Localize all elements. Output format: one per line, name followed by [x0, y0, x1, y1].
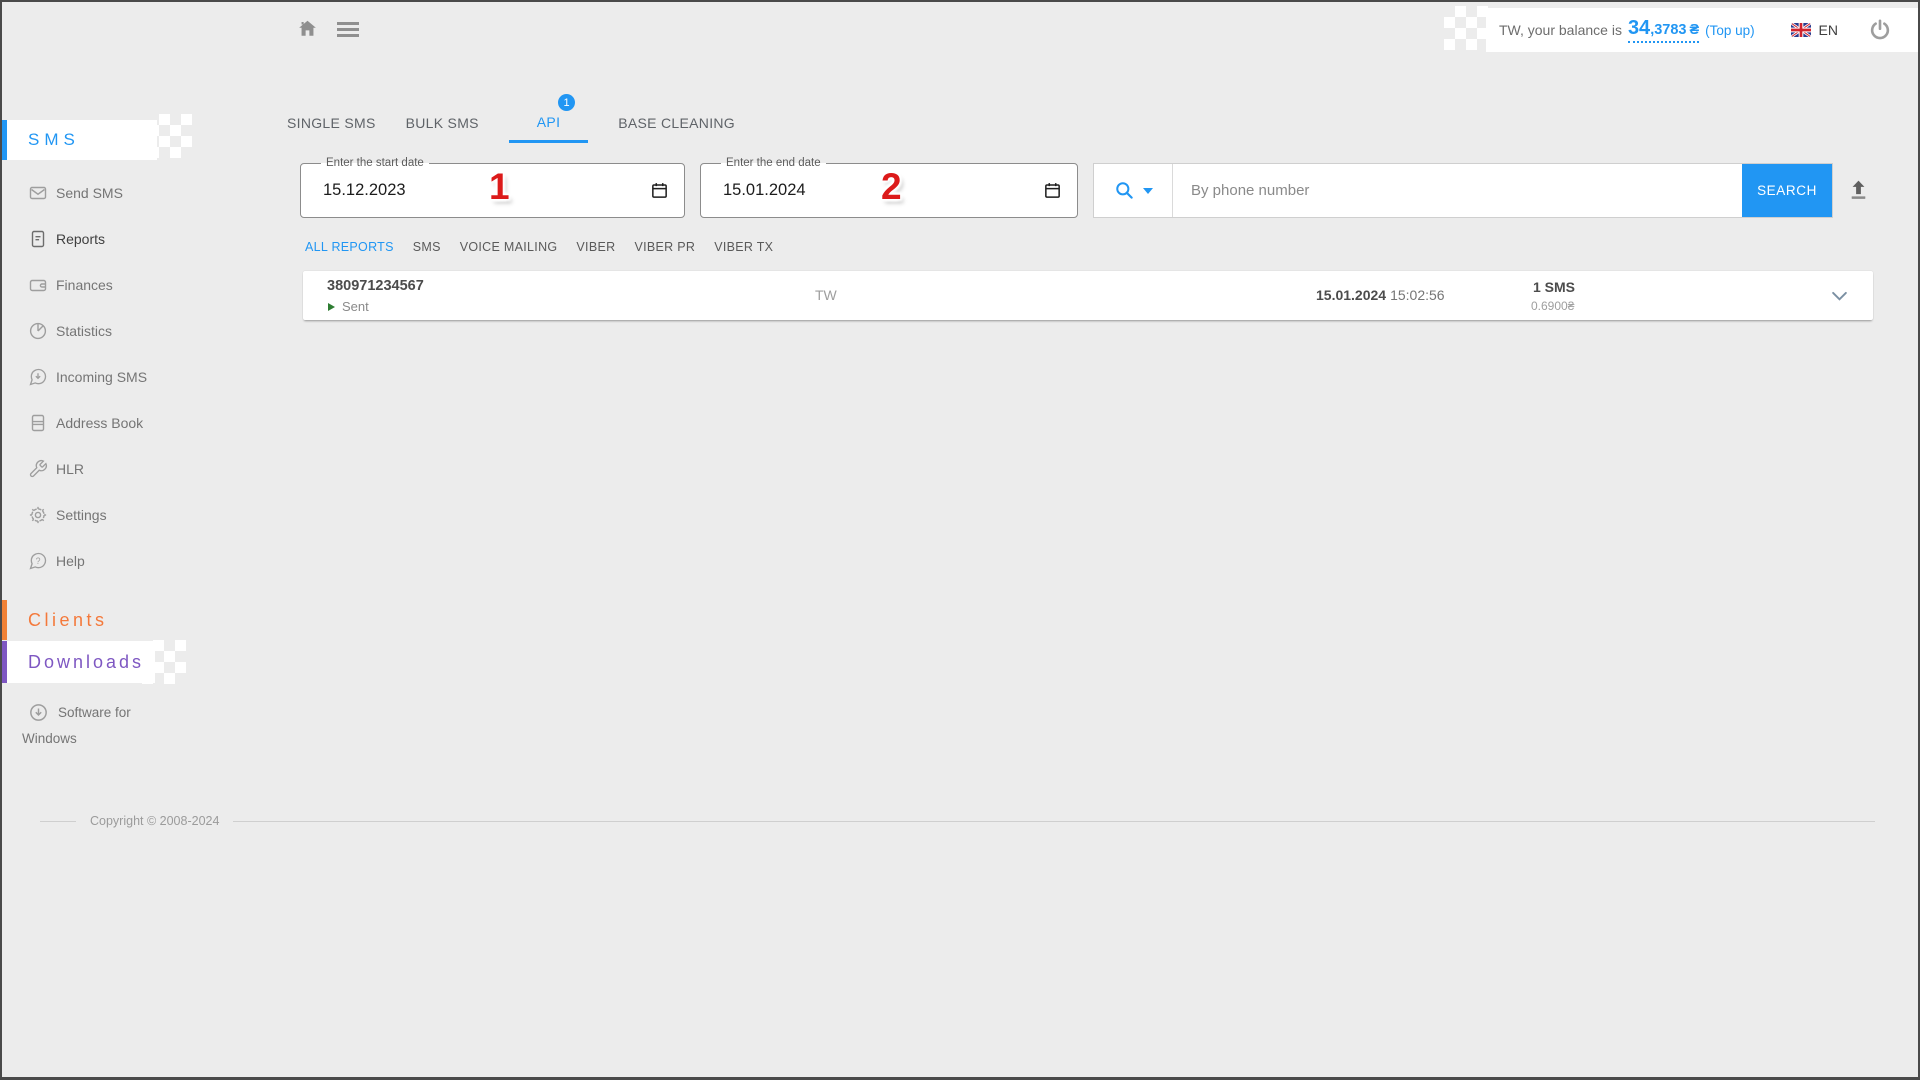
- svg-text:?: ?: [36, 556, 41, 566]
- report-row[interactable]: 380971234567 Sent TW 15.01.2024 15:02:56 …: [303, 271, 1873, 320]
- report-type-tabs: ALL REPORTS SMS VOICE MAILING VIBER VIBE…: [305, 240, 773, 254]
- calendar-picker-button[interactable]: [650, 181, 669, 200]
- tab-single-sms[interactable]: SINGLE SMS: [287, 103, 376, 143]
- document-icon: [31, 230, 45, 248]
- home-button[interactable]: [296, 17, 319, 39]
- search-input[interactable]: [1173, 164, 1742, 217]
- sidebar-item-help[interactable]: ? Help: [0, 538, 245, 584]
- sidebar-section-clients[interactable]: Clients: [0, 600, 245, 640]
- book-icon: [31, 414, 45, 432]
- upload-icon: [1851, 180, 1866, 199]
- report-status: Sent: [328, 299, 369, 314]
- search-type-dropdown[interactable]: [1094, 164, 1173, 217]
- divider: [40, 820, 76, 822]
- tab-bulk-sms[interactable]: BULK SMS: [406, 103, 479, 143]
- report-sender: TW: [815, 287, 837, 303]
- sidebar-item-incoming-sms[interactable]: Incoming SMS: [0, 354, 245, 400]
- calendar-icon: [652, 183, 667, 198]
- start-date-value[interactable]: 15.12.2023: [323, 164, 406, 217]
- annotation-1: 1: [489, 166, 510, 207]
- language-code: EN: [1818, 22, 1838, 38]
- power-icon: [1870, 19, 1890, 40]
- rtab-all-reports[interactable]: ALL REPORTS: [305, 240, 394, 254]
- sidebar-item-finances[interactable]: Finances: [0, 262, 245, 308]
- main-tabs: SINGLE SMS BULK SMS API 1 BASE CLEANING: [287, 94, 735, 143]
- report-sms-count: 1 SMS: [1533, 279, 1576, 295]
- search-icon: [1115, 182, 1133, 199]
- sent-triangle-icon: [328, 302, 335, 311]
- copyright: Copyright © 2008-2024: [40, 814, 1875, 828]
- rtab-voice-mailing[interactable]: VOICE MAILING: [460, 240, 558, 254]
- hamburger-icon: [337, 22, 359, 25]
- sidebar-item-settings[interactable]: Settings: [0, 492, 245, 538]
- logout-button[interactable]: [1868, 18, 1892, 42]
- uk-flag-icon: [1790, 23, 1811, 37]
- report-cost: 0.6900₴: [1531, 299, 1575, 313]
- tab-base-cleaning[interactable]: BASE CLEANING: [618, 103, 735, 143]
- question-bubble-icon: ?: [29, 552, 47, 570]
- home-icon: [299, 20, 316, 36]
- wrench-icon: [29, 460, 47, 478]
- sidebar-section-downloads[interactable]: Downloads: [0, 641, 245, 683]
- start-date-field[interactable]: Enter the start date 15.12.2023 1: [300, 156, 685, 218]
- search-bar: SEARCH: [1093, 163, 1833, 218]
- sidebar-section-sms[interactable]: SMS: [0, 120, 245, 160]
- download-circle-icon: [30, 704, 47, 721]
- software-label-line2: Windows: [22, 731, 77, 746]
- sidebar-item-hlr[interactable]: HLR: [0, 446, 245, 492]
- end-date-field[interactable]: Enter the end date 15.01.2024 2: [700, 156, 1078, 218]
- search-button[interactable]: SEARCH: [1742, 164, 1832, 217]
- sidebar-item-software-for-windows[interactable]: Software for Windows: [0, 702, 245, 746]
- balance-value[interactable]: 34,3783 ₴: [1627, 17, 1700, 43]
- downloads-section-label: Downloads: [28, 651, 145, 672]
- calendar-picker-button[interactable]: [1043, 181, 1062, 200]
- report-phone: 380971234567: [327, 278, 424, 294]
- divider: [233, 820, 1875, 822]
- chevron-down-icon: [1142, 187, 1153, 194]
- software-label-line1: Software for: [58, 705, 131, 720]
- wallet-icon: [29, 279, 47, 292]
- envelope-icon: [29, 186, 47, 200]
- rtab-viber[interactable]: VIBER: [576, 240, 615, 254]
- sidebar-menu: Send SMS Reports Finances Statistics Inc…: [0, 170, 245, 584]
- rtab-sms[interactable]: SMS: [413, 240, 441, 254]
- top-up-link[interactable]: (Top up): [1705, 23, 1755, 38]
- sidebar-item-statistics[interactable]: Statistics: [0, 308, 245, 354]
- calendar-icon: [1045, 183, 1060, 198]
- sidebar-item-reports[interactable]: Reports: [0, 216, 245, 262]
- annotation-2: 2: [881, 166, 902, 207]
- api-badge: 1: [558, 94, 576, 111]
- clients-section-label: Clients: [28, 609, 108, 630]
- report-datetime: 15.01.2024 15:02:56: [1316, 287, 1445, 303]
- language-selector[interactable]: EN: [1790, 22, 1838, 38]
- end-date-value[interactable]: 15.01.2024: [723, 164, 806, 217]
- sidebar-item-send-sms[interactable]: Send SMS: [0, 170, 245, 216]
- app-window: TW, your balance is 34,3783 ₴ (Top up) EN: [0, 0, 1920, 1080]
- expand-row-button[interactable]: [1831, 291, 1848, 302]
- tab-api[interactable]: API 1: [508, 94, 589, 143]
- copyright-text: Copyright © 2008-2024: [90, 814, 220, 828]
- window-frame: [0, 0, 1920, 1080]
- balance-prefix: TW, your balance is: [1499, 22, 1622, 38]
- chevron-down-icon: [1832, 291, 1847, 301]
- rtab-viber-pr[interactable]: VIBER PR: [634, 240, 695, 254]
- menu-button[interactable]: [337, 22, 359, 40]
- export-button[interactable]: [1846, 177, 1871, 202]
- pixel-decoration: [1444, 6, 1488, 50]
- gear-icon: [29, 506, 47, 524]
- sms-section-label: SMS: [28, 130, 80, 149]
- rtab-viber-tx[interactable]: VIBER TX: [714, 240, 773, 254]
- sidebar-item-address-book[interactable]: Address Book: [0, 400, 245, 446]
- balance-panel: TW, your balance is 34,3783 ₴ (Top up) EN: [1486, 8, 1918, 52]
- pie-chart-icon: [29, 322, 47, 340]
- message-download-icon: [29, 368, 47, 386]
